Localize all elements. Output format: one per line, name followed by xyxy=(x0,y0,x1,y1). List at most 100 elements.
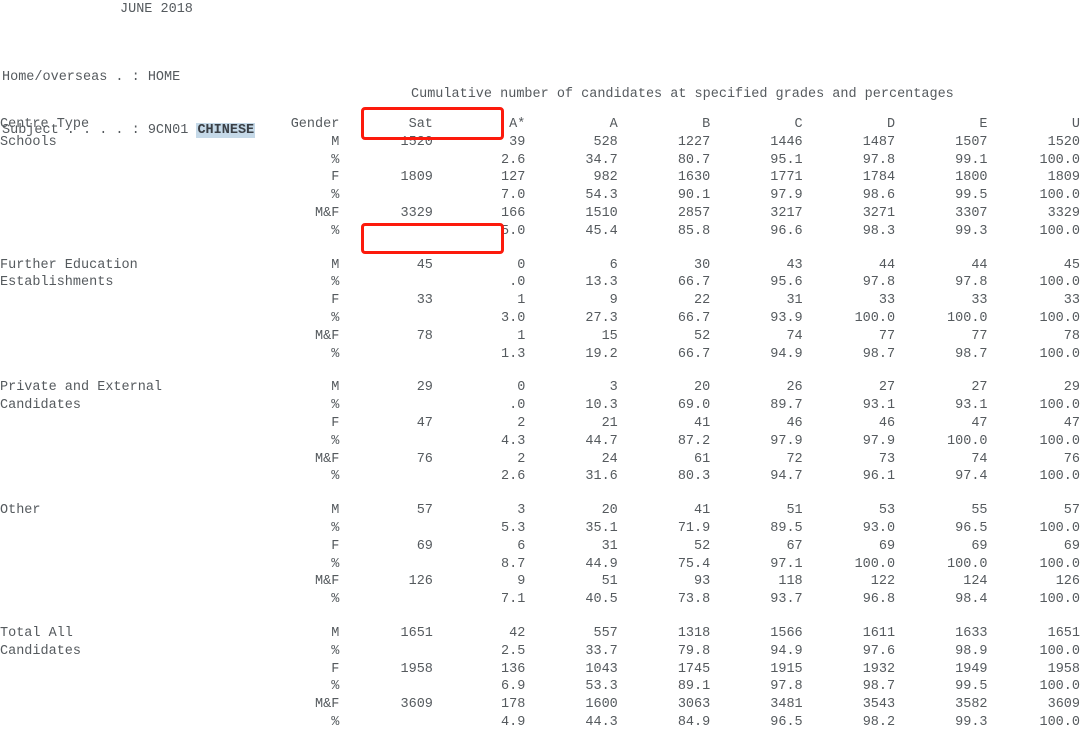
table-row: % 7.0 54.3 90.1 97.9 98.6 99.5 100.0 xyxy=(0,187,1080,205)
header-grade-c: C xyxy=(794,117,803,132)
grade-a-value: 15 xyxy=(601,328,618,344)
grade-c-value: 97.8 xyxy=(770,679,803,695)
grade-a-value: 1600 xyxy=(585,697,618,713)
grade-a-star-value: .0 xyxy=(509,398,526,414)
grade-d-value: 97.6 xyxy=(862,643,896,659)
grade-u-value: 100.0 xyxy=(1039,188,1080,204)
grade-b-value: 69.0 xyxy=(677,398,711,414)
grade-a-star-value: 42 xyxy=(509,625,526,641)
report-period: JUNE 2018 xyxy=(120,2,193,17)
centre-type-label: Candidates xyxy=(0,398,82,414)
grade-e-value: 100.0 xyxy=(947,556,988,572)
grade-u-value: 76 xyxy=(1063,451,1080,467)
grade-b-value: 1745 xyxy=(677,661,711,677)
grade-d-value: 100.0 xyxy=(854,556,896,572)
grade-d-value: 93.0 xyxy=(862,520,896,536)
grade-u-value: 126 xyxy=(1055,574,1080,590)
centre-type-label: Total All xyxy=(0,625,73,641)
table-row: % 5.3 35.1 71.9 89.5 93.0 96.5 100.0 xyxy=(0,520,1080,538)
grade-u-value: 100.0 xyxy=(1039,152,1080,168)
grade-c-value: 89.7 xyxy=(770,398,803,414)
grade-a-value: 53.3 xyxy=(585,679,618,695)
grade-u-value: 100.0 xyxy=(1039,556,1080,572)
grade-u-value: 3329 xyxy=(1047,205,1080,221)
grade-e-value: 1507 xyxy=(955,134,988,150)
grade-d-value: 97.9 xyxy=(862,433,896,449)
sat-count: 126 xyxy=(408,574,433,590)
grade-e-value: 33 xyxy=(971,293,988,309)
grade-c-value: 51 xyxy=(786,503,803,519)
sat-count xyxy=(339,223,433,241)
grade-a-value: 34.7 xyxy=(585,152,618,168)
grade-u-value: 29 xyxy=(1063,380,1080,396)
table-row: Candidates% 2.5 33.7 79.8 94.9 97.6 98.9 100.0 xyxy=(0,643,1080,661)
grade-b-value: 66.7 xyxy=(677,275,711,291)
grade-b-value: 61 xyxy=(694,451,711,467)
grade-c-value: 95.6 xyxy=(770,275,803,291)
grade-c-value: 96.6 xyxy=(770,223,803,239)
block-spacer-cell xyxy=(0,609,1080,625)
sat-count: 1651 xyxy=(400,625,433,641)
grade-b-value: 1227 xyxy=(677,134,711,150)
table-row: % 8.7 44.9 75.4 97.1 100.0 100.0 100.0 xyxy=(0,556,1080,574)
grade-a-star-value: 1.3 xyxy=(501,346,526,362)
grade-a-value: 1510 xyxy=(585,205,618,221)
report-page: JUNE 2018 Home/overseas . : HOME Subject… xyxy=(0,0,1080,730)
centre-type-label: Schools xyxy=(0,134,57,150)
sat-count xyxy=(339,556,433,574)
centre-type-blank xyxy=(0,556,222,574)
sat-count xyxy=(339,468,433,486)
table-row: % 7.1 40.5 73.8 93.7 96.8 98.4 100.0 xyxy=(0,591,1080,609)
table-row: M&F 3329 166 1510 2857 3217 3271 3307 3329 xyxy=(0,205,1080,223)
home-overseas-line: Home/overseas . : HOME xyxy=(2,69,255,87)
grade-a-value: 21 xyxy=(601,415,618,431)
grade-u-value: 1809 xyxy=(1047,170,1080,186)
centre-type-label: Private and External xyxy=(0,380,163,396)
centre-type-blank xyxy=(0,310,222,328)
table-row: M&F 76 2 24 61 72 73 74 76 xyxy=(0,451,1080,469)
grade-a-value: 31.6 xyxy=(585,469,618,485)
table-row: % 5.0 45.4 85.8 96.6 98.3 99.3 100.0 xyxy=(0,223,1080,241)
grade-d-value: 1932 xyxy=(862,661,896,677)
header-grade-b: B xyxy=(702,117,711,132)
grade-d-value: 53 xyxy=(878,503,896,519)
centre-type-label xyxy=(0,152,222,170)
block-spacer-cell xyxy=(0,363,1080,379)
grade-a-star-value: 6.9 xyxy=(501,679,526,695)
percent-marker: % xyxy=(331,346,340,362)
grade-b-value: 3063 xyxy=(677,697,711,713)
grade-b-value: 1630 xyxy=(677,170,711,186)
grade-a-star-value: 8.7 xyxy=(501,556,526,572)
grade-b-value: 89.1 xyxy=(677,679,711,695)
gender-label: M&F xyxy=(315,205,340,221)
grade-e-value: 100.0 xyxy=(947,433,988,449)
grade-c-value: 97.9 xyxy=(770,188,803,204)
table-row: F 47 2 21 41 46 46 47 47 xyxy=(0,415,1080,433)
centre-type-blank xyxy=(0,205,222,223)
percent-marker: % xyxy=(331,714,340,730)
grade-a-value: 54.3 xyxy=(585,188,618,204)
grade-d-value: 93.1 xyxy=(862,398,896,414)
table-row: F 33 1 9 22 31 33 33 33 xyxy=(0,292,1080,310)
grade-d-value: 1784 xyxy=(862,170,896,186)
grade-c-value: 72 xyxy=(786,451,803,467)
grade-e-value: 27 xyxy=(971,380,988,396)
percent-marker: % xyxy=(331,679,340,695)
sat-count xyxy=(339,274,433,292)
centre-type-blank xyxy=(0,661,222,679)
grade-b-value: 41 xyxy=(694,503,711,519)
grade-e-value: 93.1 xyxy=(955,398,988,414)
grade-u-value: 33 xyxy=(1063,293,1080,309)
header-row: Centre Type Gender Sat A* A B C D E U xyxy=(0,116,1080,134)
table-row: M&F 126 9 51 93 118 122 124 126 xyxy=(0,573,1080,591)
table-row: F 69 6 31 52 67 69 69 69 xyxy=(0,538,1080,556)
grade-c-value: 94.9 xyxy=(770,643,803,659)
sat-count: 3329 xyxy=(400,205,433,221)
grade-d-value: 98.3 xyxy=(862,223,896,239)
gender-label: M xyxy=(331,380,340,396)
grade-a-value: 44.7 xyxy=(585,433,618,449)
grade-c-value: 1915 xyxy=(770,661,803,677)
grade-a-value: 528 xyxy=(593,134,618,150)
grade-b-value: 66.7 xyxy=(677,310,711,326)
grade-a-star-value: 178 xyxy=(501,697,526,713)
